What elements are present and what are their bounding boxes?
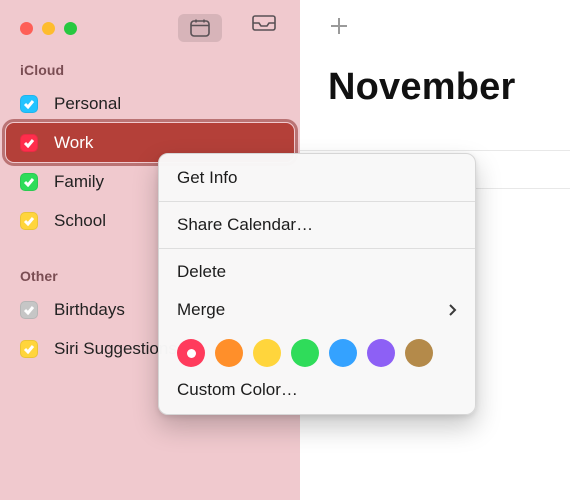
menu-item-share-calendar[interactable]: Share Calendar… — [159, 206, 475, 244]
sidebar-calendar-item[interactable]: Personal — [6, 84, 294, 123]
menu-separator — [159, 201, 475, 202]
calendar-label: Birthdays — [54, 300, 125, 320]
calendar-grid-rule — [300, 150, 570, 151]
minimize-window-button[interactable] — [42, 22, 55, 35]
calendar-checkbox[interactable] — [20, 340, 38, 358]
color-swatch[interactable] — [405, 339, 433, 367]
menu-item-delete[interactable]: Delete — [159, 253, 475, 291]
zoom-window-button[interactable] — [64, 22, 77, 35]
color-swatch[interactable] — [177, 339, 205, 367]
color-swatch[interactable] — [253, 339, 281, 367]
page-title: November — [300, 56, 570, 109]
color-swatch[interactable] — [291, 339, 319, 367]
color-swatch[interactable] — [329, 339, 357, 367]
inbox-icon[interactable] — [252, 14, 276, 42]
calendar-checkbox[interactable] — [20, 212, 38, 230]
calendar-checkbox[interactable] — [20, 301, 38, 319]
calendar-label: Personal — [54, 94, 121, 114]
chevron-right-icon — [448, 303, 457, 317]
calendar-checkbox[interactable] — [20, 95, 38, 113]
add-event-icon[interactable] — [328, 15, 350, 42]
calendar-checkbox[interactable] — [20, 134, 38, 152]
menu-separator — [159, 248, 475, 249]
calendar-context-menu: Get Info Share Calendar… Delete Merge Cu… — [158, 153, 476, 415]
calendar-label: Work — [54, 133, 93, 153]
color-swatch-row — [159, 329, 475, 371]
color-swatch[interactable] — [367, 339, 395, 367]
calendar-checkbox[interactable] — [20, 173, 38, 191]
calendar-label: Family — [54, 172, 104, 192]
menu-item-custom-color[interactable]: Custom Color… — [159, 371, 475, 409]
menu-item-merge[interactable]: Merge — [159, 291, 475, 329]
menu-item-get-info[interactable]: Get Info — [159, 159, 475, 197]
main-toolbar — [300, 0, 570, 56]
sidebar-section-icloud[interactable]: iCloud — [0, 56, 300, 84]
calendars-toggle-icon[interactable] — [178, 14, 222, 42]
close-window-button[interactable] — [20, 22, 33, 35]
color-swatch[interactable] — [215, 339, 243, 367]
calendar-label: School — [54, 211, 106, 231]
window-titlebar — [0, 0, 300, 56]
